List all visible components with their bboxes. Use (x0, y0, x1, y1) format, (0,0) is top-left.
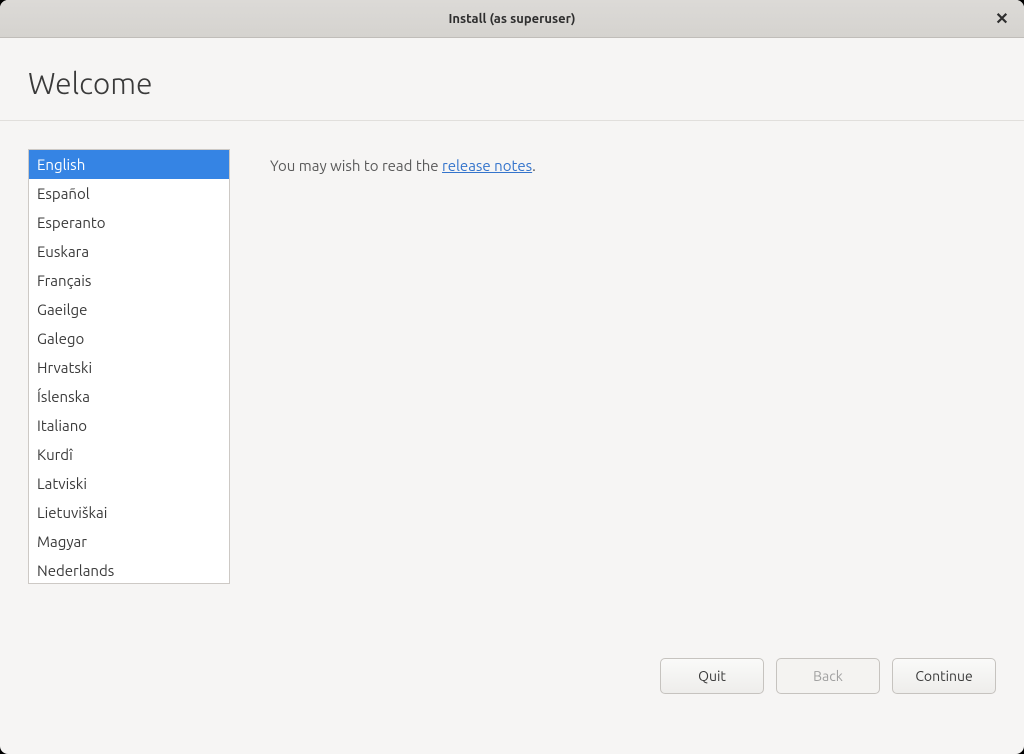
language-item[interactable]: Euskara (29, 237, 229, 266)
language-item[interactable]: Lietuviškai (29, 498, 229, 527)
titlebar: Install (as superuser) ✕ (0, 0, 1024, 38)
language-item[interactable]: Galego (29, 324, 229, 353)
language-item[interactable]: Hrvatski (29, 353, 229, 382)
language-item[interactable]: Kurdî (29, 440, 229, 469)
page-title: Welcome (28, 66, 996, 100)
language-item[interactable]: Magyar (29, 527, 229, 556)
hint-suffix: . (532, 157, 536, 174)
language-item[interactable]: Nederlands (29, 556, 229, 584)
hint-prefix: You may wish to read the (270, 157, 442, 174)
language-item[interactable]: Esperanto (29, 208, 229, 237)
close-icon[interactable]: ✕ (992, 9, 1012, 29)
footer: Quit Back Continue (0, 638, 1024, 754)
language-item[interactable]: Latviski (29, 469, 229, 498)
header: Welcome (0, 38, 1024, 121)
language-item[interactable]: Íslenska (29, 382, 229, 411)
language-item[interactable]: Français (29, 266, 229, 295)
quit-button[interactable]: Quit (660, 658, 764, 694)
continue-button[interactable]: Continue (892, 658, 996, 694)
content: EnglishEspañolEsperantoEuskaraFrançaisGa… (0, 121, 1024, 638)
hint-text: You may wish to read the release notes. (270, 149, 996, 610)
back-button[interactable]: Back (776, 658, 880, 694)
language-item[interactable]: Español (29, 179, 229, 208)
language-item[interactable]: Gaeilge (29, 295, 229, 324)
language-item[interactable]: English (29, 150, 229, 179)
window-title: Install (as superuser) (448, 12, 575, 26)
installer-window: Install (as superuser) ✕ Welcome English… (0, 0, 1024, 754)
language-list[interactable]: EnglishEspañolEsperantoEuskaraFrançaisGa… (28, 149, 230, 584)
language-item[interactable]: Italiano (29, 411, 229, 440)
release-notes-link[interactable]: release notes (442, 157, 532, 174)
